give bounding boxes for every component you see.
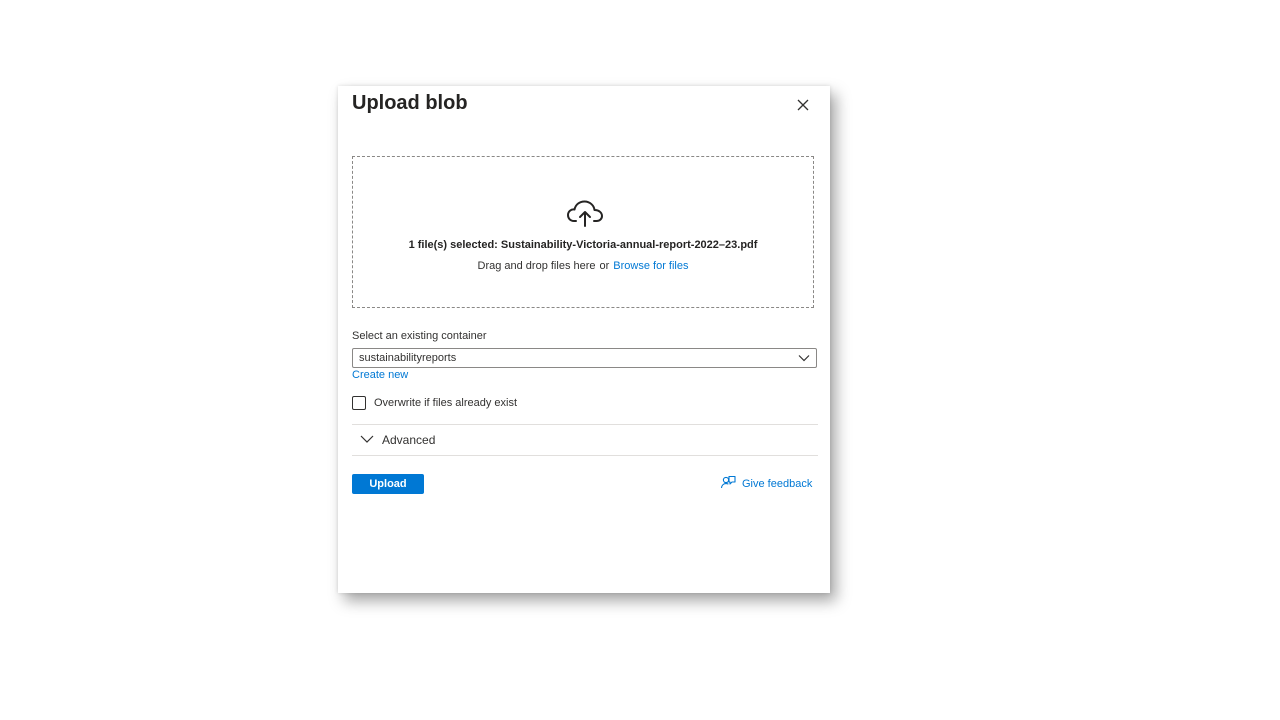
close-icon [797,99,809,111]
file-dropzone[interactable]: 1 file(s) selected: Sustainability-Victo… [352,156,814,308]
close-button[interactable] [794,96,812,114]
create-new-link[interactable]: Create new [352,369,408,381]
container-select-value: sustainabilityreports [359,352,457,364]
dialog-title: Upload blob [352,92,468,114]
drag-drop-line: Drag and drop files here or Browse for fil… [353,260,813,272]
advanced-section-toggle[interactable]: Advanced [352,426,818,454]
chevron-down-icon [798,355,810,362]
container-select[interactable]: sustainabilityreports [352,348,817,368]
divider-bottom [352,455,818,456]
divider-top [352,424,818,425]
overwrite-checkbox-label: Overwrite if files already exist [374,397,518,409]
selected-files-text: 1 file(s) selected: Sustainability-Victo… [408,239,758,251]
advanced-label: Advanced [382,433,436,447]
cloud-upload-icon [567,200,603,227]
give-feedback-label: Give feedback [742,478,813,490]
chevron-down-icon [360,435,374,443]
drag-drop-text: Drag and drop files here [477,260,596,272]
or-text: or [599,260,610,272]
container-select-label: Select an existing container [352,330,487,342]
browse-files-link[interactable]: Browse for files [613,260,688,272]
feedback-icon [720,475,736,489]
upload-blob-dialog: Upload blob 1 file(s) selected: Sustaina… [338,86,830,593]
upload-button[interactable]: Upload [352,474,424,494]
overwrite-checkbox[interactable] [352,396,366,410]
